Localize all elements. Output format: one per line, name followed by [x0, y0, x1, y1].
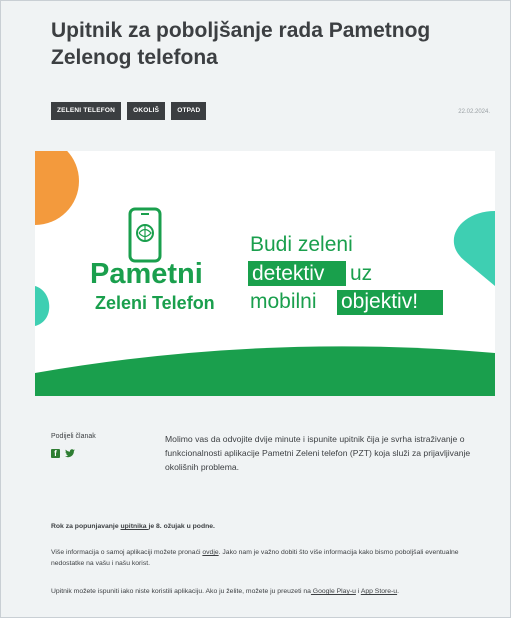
green-wave-shape — [35, 346, 495, 396]
tag-otpad[interactable]: OTPAD — [171, 102, 207, 120]
tag-zeleni-telefon[interactable]: ZELENI TELEFON — [51, 102, 122, 120]
deadline-text-end: je 8. ožujak u podne. — [148, 523, 215, 530]
twitter-icon[interactable] — [65, 449, 75, 458]
publish-date: 22.02.2024. — [458, 109, 490, 115]
app-store-link[interactable]: App Store-u — [361, 588, 397, 595]
article-lead: Molimo vas da odvojite dvije minute i is… — [165, 434, 471, 473]
tag-okolis[interactable]: OKOLIŠ — [127, 102, 166, 120]
slogan-highlight-3-text: objektiv! — [341, 290, 418, 313]
share-box: Podijeli članak f — [51, 433, 96, 458]
questionnaire-link[interactable]: upitnika — [121, 523, 149, 530]
google-play-link[interactable]: Google Play-u — [311, 588, 356, 595]
slogan-line1: Budi zeleni — [250, 233, 353, 256]
article-title: Upitnik za poboljšanje rada Pametnog Zel… — [51, 19, 431, 69]
slogan-line2-rest: uz — [350, 262, 372, 285]
info-paragraph: Više informacija o samoj aplikaciji može… — [51, 547, 491, 569]
share-label: Podijeli članak — [51, 433, 96, 440]
share-icons: f — [51, 449, 96, 458]
app-info-link[interactable]: ovdje — [202, 549, 218, 556]
article-page: Upitnik za poboljšanje rada Pametnog Zel… — [0, 0, 511, 618]
download-text-end: . — [397, 588, 399, 595]
download-paragraph: Upitnik možete ispuniti iako niste koris… — [51, 586, 491, 597]
facebook-icon[interactable]: f — [51, 449, 60, 458]
brand-name-line1: Pametni — [90, 258, 203, 290]
slogan-highlight-1-text: detektiv — [252, 262, 325, 285]
deadline-paragraph: Rok za popunjavanje upitnika je 8. ožuja… — [51, 521, 491, 532]
download-text-start: Upitnik možete ispuniti iako niste koris… — [51, 588, 311, 595]
banner-artwork: Pametni Zeleni Telefon Budi zeleni detek… — [35, 151, 495, 396]
mint-left-shape — [35, 286, 50, 326]
brand-name-line2: Zeleni Telefon — [95, 293, 215, 313]
orange-blob-shape — [35, 151, 79, 225]
hero-banner: Pametni Zeleni Telefon Budi zeleni detek… — [35, 151, 495, 396]
slogan-line3: mobilni — [250, 290, 317, 313]
tag-list: ZELENI TELEFON OKOLIŠ OTPAD — [51, 102, 207, 120]
info-text-start: Više informacija o samoj aplikaciji može… — [51, 549, 203, 556]
phone-brain-icon — [128, 207, 162, 263]
deadline-text-start: Rok za popunjavanje — [51, 523, 121, 530]
mint-leaf-shape — [453, 211, 495, 286]
